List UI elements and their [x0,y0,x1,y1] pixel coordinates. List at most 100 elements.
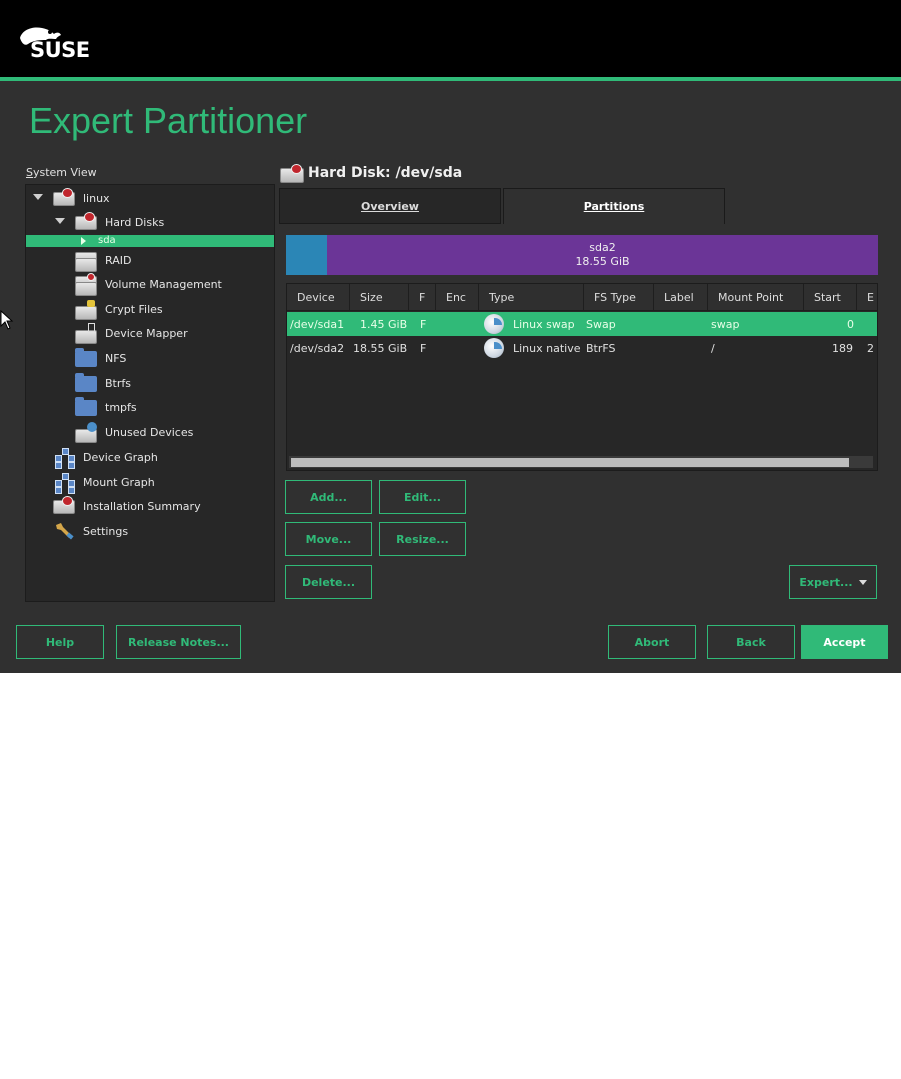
cell-device: /dev/sda1 [290,317,345,331]
cell-end: 2 [867,341,874,355]
column-header-end[interactable]: E [857,284,877,310]
partition-pie-icon [484,338,504,358]
tree-item-sda[interactable] [26,235,274,247]
tree-item-label: Installation Summary [83,499,201,513]
back-button[interactable]: Back [707,625,795,659]
column-header-start[interactable]: Start [804,284,857,310]
move-button[interactable]: Move... [285,522,372,556]
tree-item-label: Crypt Files [105,302,163,316]
tree-item-label: Volume Management [105,277,222,291]
expand-arrow-icon[interactable] [55,218,65,224]
raid-icon [75,250,97,272]
cell-mount-point: swap [711,317,740,331]
tab-partitions[interactable]: Partitions [503,188,725,224]
hard-disk-icon [75,212,97,232]
release-notes-button[interactable]: Release Notes... [116,625,241,659]
expert-menu-button[interactable]: Expert... [789,565,877,599]
wrench-icon [53,521,75,541]
partitions-table[interactable]: Device Size F Enc Type FS Type Label Mou… [286,283,878,471]
help-button[interactable]: Help [16,625,104,659]
horizontal-scrollbar[interactable] [289,456,873,468]
cell-fs-type: BtrFS [586,341,616,355]
tree-item-device-mapper[interactable]: Device Mapper [75,323,188,344]
cell-start: 0 [847,317,854,331]
tree-item-crypt-files[interactable]: Crypt Files [75,299,163,320]
resize-button[interactable]: Resize... [379,522,466,556]
partition-bar-name: sda2 [589,241,616,254]
expand-arrow-icon[interactable] [33,194,43,200]
disk-header-title: Hard Disk: /dev/sda [308,165,463,181]
column-header-label[interactable]: Label [654,284,708,310]
cell-start: 189 [832,341,853,355]
partition-bar: sda2 18.55 GiB [286,235,878,275]
hard-disk-icon [280,164,304,184]
crypt-files-icon [75,299,97,320]
tree-item-mount-graph[interactable]: Mount Graph [53,472,155,494]
accept-button[interactable]: Accept [801,625,888,659]
folder-icon [75,348,97,368]
cell-f: F [420,341,427,355]
tree-item-raid[interactable]: RAID [75,250,132,272]
partition-bar-sda2[interactable]: sda2 18.55 GiB [327,235,878,275]
tree-item-label: Mount Graph [83,475,155,489]
tree-item-label: Hard Disks [105,215,165,229]
graph-icon [53,472,75,494]
tree-item-installation-summary[interactable]: Installation Summary [53,496,201,516]
partition-pie-icon [484,314,504,334]
cell-fs-type: Swap [586,317,616,331]
expand-arrow-icon[interactable] [81,237,86,245]
tree-item-label: linux [83,191,110,205]
column-header-f[interactable]: F [409,284,436,310]
partition-bar-size: 18.55 GiB [575,255,630,268]
column-header-mount-point[interactable]: Mount Point [708,284,804,310]
table-row[interactable]: /dev/sda2 18.55 GiB F Linux native BtrFS… [287,336,877,360]
table-row[interactable]: /dev/sda1 1.45 GiB F Linux swap Swap swa… [287,312,877,336]
tree-item-label: Unused Devices [105,425,194,439]
installer-window: SUSE Expert Partitioner System View linu… [0,0,901,673]
unused-devices-icon [75,422,97,443]
edit-button[interactable]: Edit... [379,480,466,514]
hard-disk-icon [53,188,75,208]
tree-item-label: Settings [83,524,129,538]
tree-item-label: RAID [105,253,132,267]
tree-item-unused-devices[interactable]: Unused Devices [75,422,194,443]
abort-button[interactable]: Abort [608,625,696,659]
cell-device: /dev/sda2 [290,341,345,355]
column-header-device[interactable]: Device [287,284,350,310]
folder-icon [75,373,97,393]
expert-button-label: Expert... [799,575,853,589]
column-header-fs-type[interactable]: FS Type [584,284,654,310]
delete-button[interactable]: Delete... [285,565,372,599]
cell-size: 18.55 GiB [353,341,408,355]
tree-item-linux[interactable]: linux [53,188,110,208]
scrollbar-thumb[interactable] [291,458,849,467]
tree-item-volume-management[interactable]: Volume Management [75,273,222,296]
tree-item-label: Device Graph [83,450,158,464]
tree-item-nfs[interactable]: NFS [75,348,126,368]
top-banner: SUSE [0,0,901,77]
hard-disk-icon [53,496,75,516]
partition-bar-sda1[interactable] [286,235,327,275]
tree-item-label: sda [98,235,116,246]
volume-management-icon [75,273,97,296]
tab-overview[interactable]: Overview [279,188,501,224]
column-header-size[interactable]: Size [350,284,409,310]
tree-item-tmpfs[interactable]: tmpfs [75,397,137,417]
tree-item-label: Btrfs [105,376,131,390]
add-button[interactable]: Add... [285,480,372,514]
system-view-tree[interactable]: linux Hard Disks sda RAID Volume Managem… [25,184,275,602]
tree-item-settings[interactable]: Settings [53,521,128,541]
tree-item-btrfs[interactable]: Btrfs [75,373,131,393]
column-header-type[interactable]: Type [479,284,584,310]
tree-item-device-graph[interactable]: Device Graph [53,447,158,469]
tree-item-label: NFS [105,351,127,365]
cell-f: F [420,317,427,331]
column-header-enc[interactable]: Enc [436,284,479,310]
cell-type: Linux native [513,341,581,355]
chevron-down-icon [858,579,867,585]
mouse-pointer-icon [0,310,14,330]
tree-item-hard-disks[interactable]: Hard Disks [75,212,164,232]
tree-item-label: Device Mapper [105,326,188,340]
cell-size: 1.45 GiB [360,317,408,331]
banner-accent-line [0,77,901,81]
